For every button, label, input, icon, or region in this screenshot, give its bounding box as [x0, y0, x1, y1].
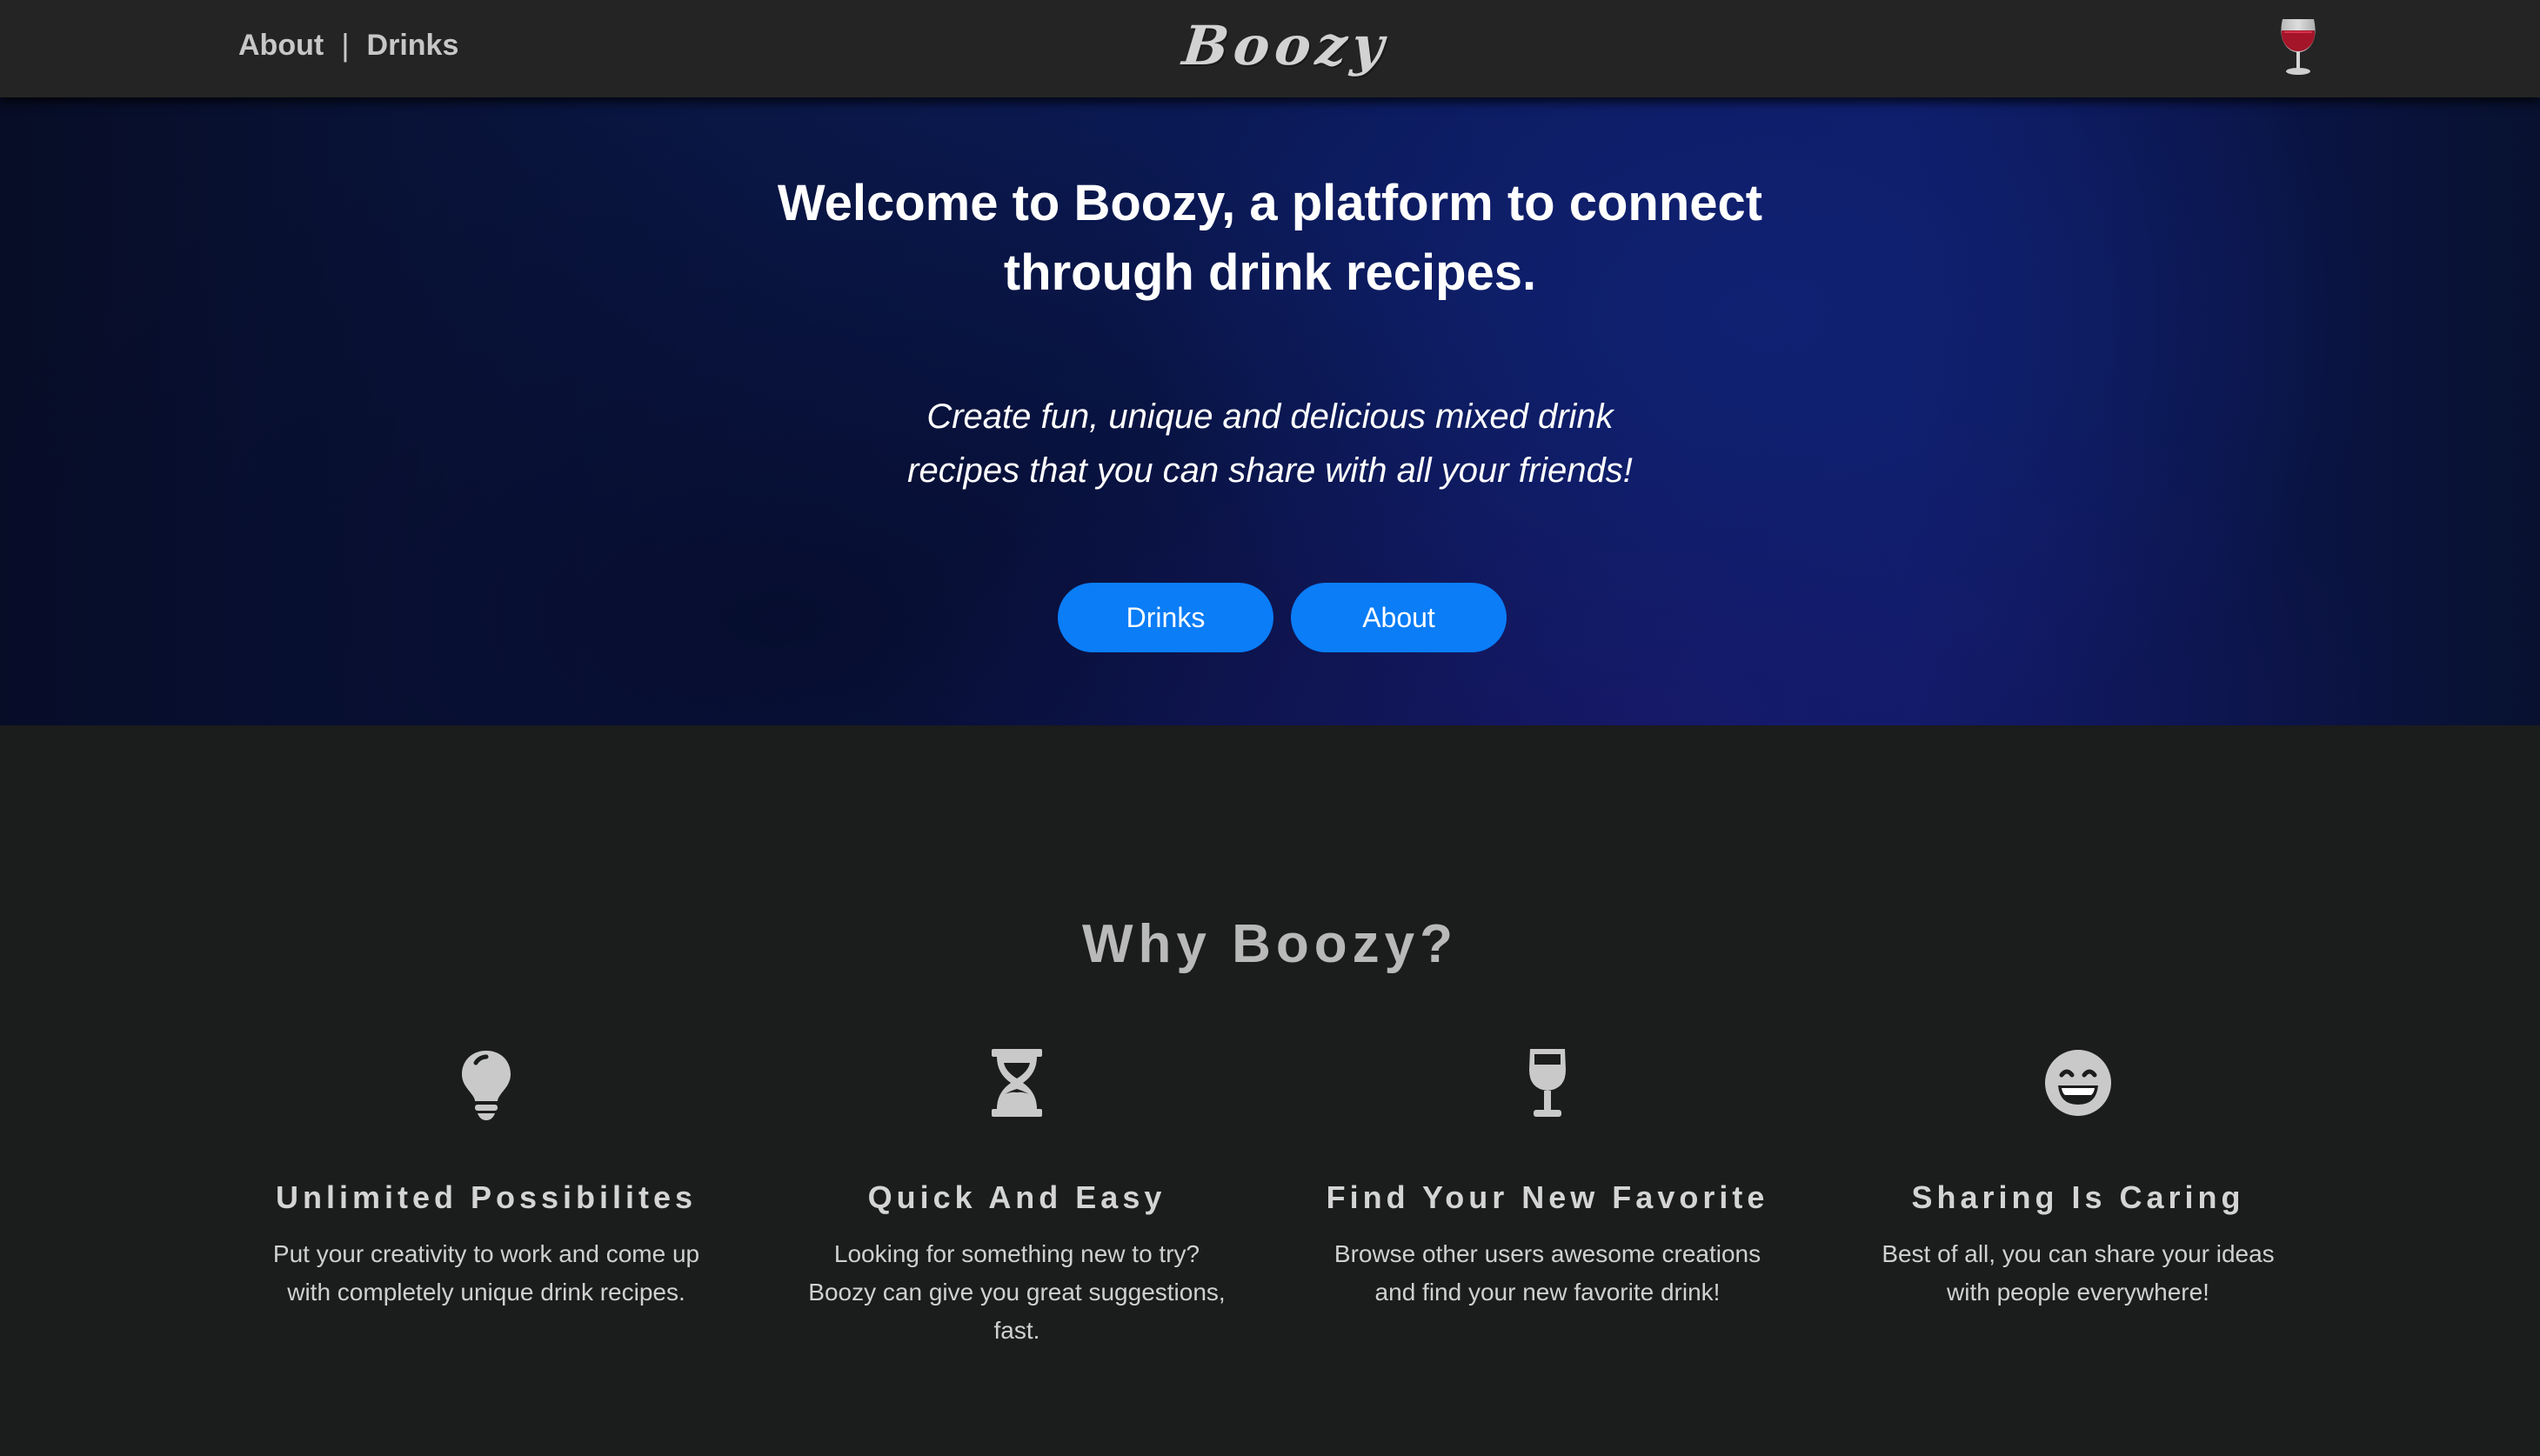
feature-card: Sharing Is Caring Best of all, you can s… [1852, 1044, 2304, 1312]
nav-separator: | [341, 27, 350, 63]
wine-glass-icon [1529, 1049, 1566, 1117]
drinks-button[interactable]: Drinks [1058, 583, 1273, 652]
hero-banner: Welcome to Boozy, a platform to connect … [0, 97, 2540, 725]
nav-drinks-link[interactable]: Drinks [367, 29, 459, 63]
lightbulb-icon [462, 1051, 511, 1120]
feature-description: Browse other users awesome creations and… [1334, 1240, 1761, 1306]
features-row: Unlimited Possibilites Put your creativi… [0, 1044, 2540, 1392]
feature-card: Unlimited Possibilites Put your creativi… [260, 1044, 712, 1312]
about-button[interactable]: About [1291, 583, 1507, 652]
feature-description: Put your creativity to work and come up … [272, 1240, 700, 1306]
feature-description: Best of all, you can share your ideas wi… [1882, 1240, 2275, 1306]
feature-card: Quick And Easy Looking for something new… [791, 1044, 1243, 1350]
feature-title: Find Your New Favorite [1326, 1179, 1769, 1215]
hero-title: Welcome to Boozy, a platform to connect … [777, 175, 1763, 301]
feature-title: Unlimited Possibilites [275, 1179, 698, 1215]
hourglass-icon [992, 1049, 1042, 1117]
feature-description: Looking for something new to try? Boozy … [808, 1240, 1226, 1344]
hero-buttons: Drinks About [1058, 583, 1507, 652]
why-section-title: Why Boozy? [1082, 914, 1458, 974]
top-navbar: About | Drinks Boozy [0, 0, 2540, 97]
hero-subtitle: Create fun, unique and delicious mixed d… [907, 397, 1633, 490]
grin-icon [2045, 1050, 2111, 1116]
wine-glass-icon[interactable] [2272, 16, 2324, 78]
feature-title: Quick And Easy [867, 1179, 1166, 1215]
nav-links: About | Drinks [238, 0, 458, 90]
feature-card: Find Your New Favorite Browse other user… [1321, 1044, 1774, 1312]
nav-about-link[interactable]: About [238, 29, 324, 63]
feature-title: Sharing Is Caring [1911, 1179, 2245, 1215]
brand-logo[interactable]: Boozy [1180, 14, 1392, 77]
